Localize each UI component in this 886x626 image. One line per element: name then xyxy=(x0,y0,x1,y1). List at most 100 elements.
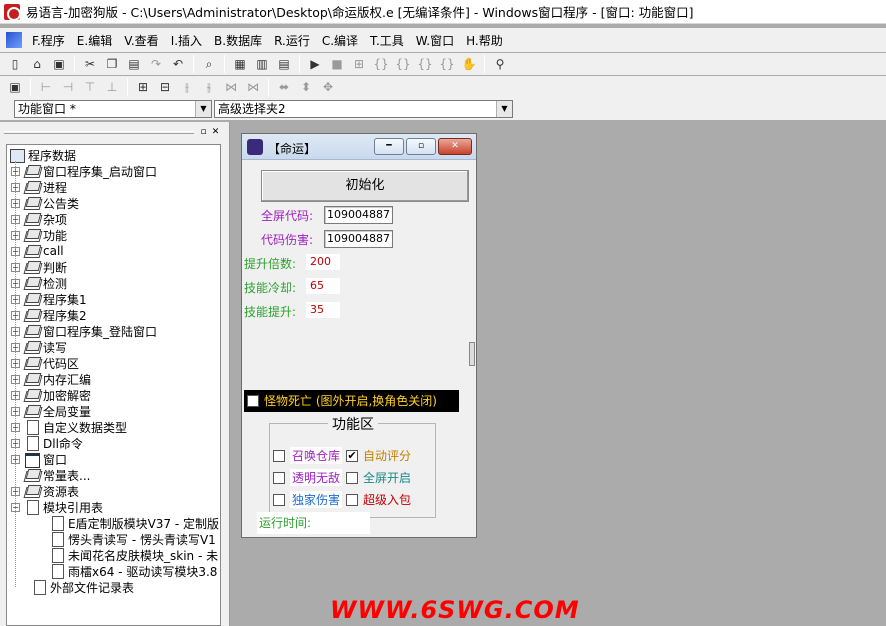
tree-item[interactable]: + 程序集1 xyxy=(11,291,87,307)
run-icon[interactable]: ▶ xyxy=(306,55,324,73)
binoculars-icon[interactable]: ⚲ xyxy=(491,55,509,73)
new-file-icon[interactable]: ▯ xyxy=(6,55,24,73)
paste-icon[interactable]: ▤ xyxy=(125,55,143,73)
center-both-icon[interactable]: ✥ xyxy=(319,78,337,96)
option-auto-score[interactable]: ✔ 自动评分 xyxy=(346,447,411,464)
tree-item[interactable]: + 窗口 xyxy=(11,451,67,468)
close-button[interactable]: ✕ xyxy=(438,138,472,155)
skill-boost-input[interactable]: 35 xyxy=(306,302,340,318)
maximize-button[interactable]: ▫ xyxy=(406,138,436,155)
panel-restore-icon[interactable]: ▫ xyxy=(198,127,209,138)
debug1-icon[interactable]: ⊞ xyxy=(350,55,368,73)
debug2-icon[interactable]: {} xyxy=(372,55,390,73)
tree-item[interactable]: + 内存汇编 xyxy=(11,371,91,387)
space-h-icon[interactable]: ⫲ xyxy=(178,78,196,96)
tree-item[interactable]: + 判断 xyxy=(11,259,67,275)
option-transparent-invincible[interactable]: 透明无敌 xyxy=(273,469,343,486)
menu-window[interactable]: W.窗口 xyxy=(410,32,460,49)
checkbox[interactable] xyxy=(346,493,358,506)
tree-item[interactable]: + Dll命令 xyxy=(11,435,83,451)
undo-icon[interactable]: ↶ xyxy=(169,55,187,73)
menu-run[interactable]: R.运行 xyxy=(268,32,316,49)
designer-form[interactable]: 【命运】 ━ ▫ ✕ 初始化 全屏代码: 109004887 代码伤害: 109… xyxy=(241,133,477,538)
chevron-down-icon[interactable]: ▼ xyxy=(195,101,211,117)
tree-item[interactable]: + 功能 xyxy=(11,227,67,243)
space-even-icon[interactable]: ⋈ xyxy=(222,78,240,96)
project-tree[interactable]: 程序数据 + 窗口程序集_启动窗口 + 进程 + 公告类 + 杂项 + 功能 + call + 判断 + 检测… xyxy=(6,144,221,626)
module-item[interactable]: 雨檑x64 - 驱动读写模块3.8 xyxy=(49,563,217,579)
tree-root[interactable]: 程序数据 xyxy=(9,147,76,163)
minimize-button[interactable]: ━ xyxy=(374,138,404,155)
align-left-icon[interactable]: ⊢ xyxy=(37,78,55,96)
tree-item[interactable]: + 资源表 xyxy=(11,483,79,499)
align-right-icon[interactable]: ⊤ xyxy=(81,78,99,96)
menu-program[interactable]: F.程序 xyxy=(26,32,71,49)
checkbox[interactable] xyxy=(273,493,285,506)
menu-database[interactable]: B.数据库 xyxy=(208,32,268,49)
menu-insert[interactable]: I.插入 xyxy=(165,32,208,49)
close-icon[interactable]: ✕ xyxy=(210,127,221,138)
open-folder-icon[interactable]: ⌂ xyxy=(28,55,46,73)
resize-handle[interactable] xyxy=(469,342,475,366)
center-v-icon[interactable]: ⬍ xyxy=(297,78,315,96)
layout3-icon[interactable]: ▤ xyxy=(275,55,293,73)
fullscreen-code-input[interactable]: 109004887 xyxy=(324,206,393,224)
checkbox[interactable] xyxy=(346,471,358,484)
init-button[interactable]: 初始化 xyxy=(261,170,469,202)
menu-view[interactable]: V.查看 xyxy=(118,32,164,49)
monster-death-toggle[interactable]: 怪物死亡 (图外开启,换角色关闭) xyxy=(244,390,459,412)
tree-item[interactable]: + 代码区 xyxy=(11,355,79,371)
hand-icon[interactable]: ✋ xyxy=(460,55,478,73)
tree-item[interactable]: + 窗口程序集_启动窗口 xyxy=(11,163,157,179)
find-icon[interactable]: ⌕ xyxy=(200,55,218,73)
copy-icon[interactable]: ❐ xyxy=(103,55,121,73)
option-fullscreen-on[interactable]: 全屏开启 xyxy=(346,469,411,486)
layout1-icon[interactable]: ▦ xyxy=(231,55,249,73)
tree-item[interactable]: + 检测 xyxy=(11,275,67,291)
same-height-icon[interactable]: ⊟ xyxy=(156,78,174,96)
module-item[interactable]: 未闻花名皮肤模块_skin - 未 xyxy=(49,547,218,563)
monster-death-checkbox[interactable] xyxy=(247,395,259,407)
checkbox-checked[interactable]: ✔ xyxy=(346,449,358,462)
debug4-icon[interactable]: {} xyxy=(416,55,434,73)
multiplier-input[interactable]: 200 xyxy=(306,254,340,270)
debug5-icon[interactable]: {} xyxy=(438,55,456,73)
tree-item[interactable]: + 窗口程序集_登陆窗口 xyxy=(11,323,157,339)
cut-icon[interactable]: ✂ xyxy=(81,55,99,73)
space-v-icon[interactable]: ⫳ xyxy=(200,78,218,96)
tree-item[interactable]: + 杂项 xyxy=(11,211,67,227)
center-h-icon[interactable]: ⬌ xyxy=(275,78,293,96)
stop-icon[interactable]: ■ xyxy=(328,55,346,73)
space-even2-icon[interactable]: ⋈ xyxy=(244,78,262,96)
redo-icon[interactable]: ↷ xyxy=(147,55,165,73)
debug3-icon[interactable]: {} xyxy=(394,55,412,73)
panel-grip[interactable] xyxy=(4,131,194,134)
tree-item[interactable]: + 全局变量 xyxy=(11,403,91,419)
checkbox[interactable] xyxy=(273,471,285,484)
tree-item-external-files[interactable]: 外部文件记录表 xyxy=(31,579,134,595)
menu-tools[interactable]: T.工具 xyxy=(364,32,410,49)
option-summon-storage[interactable]: 召唤仓库 xyxy=(273,447,343,464)
option-exclusive-damage[interactable]: 独家伤害 xyxy=(273,491,343,508)
tree-item[interactable]: 常量表... xyxy=(11,467,90,483)
menu-help[interactable]: H.帮助 xyxy=(460,32,509,49)
tree-item[interactable]: + 加密解密 xyxy=(11,387,91,403)
option-super-pickup[interactable]: 超级入包 xyxy=(346,491,411,508)
tree-item[interactable]: + 自定义数据类型 xyxy=(11,419,127,435)
module-item[interactable]: E盾定制版模块V37 - 定制版 xyxy=(49,515,219,531)
window-select[interactable]: 功能窗口 * ▼ xyxy=(14,100,212,118)
chevron-down-icon[interactable]: ▼ xyxy=(496,101,512,117)
damage-code-input[interactable]: 109004887 xyxy=(324,230,393,248)
tree-item[interactable]: + call xyxy=(11,243,64,259)
form-icon[interactable]: ▣ xyxy=(6,78,24,96)
align-center-icon[interactable]: ⊣ xyxy=(59,78,77,96)
menu-compile[interactable]: C.编译 xyxy=(316,32,364,49)
splitter[interactable] xyxy=(224,122,230,626)
checkbox[interactable] xyxy=(273,449,285,462)
same-width-icon[interactable]: ⊞ xyxy=(134,78,152,96)
tree-item[interactable]: + 读写 xyxy=(11,339,67,355)
tree-item[interactable]: + 进程 xyxy=(11,179,67,195)
component-select[interactable]: 高级选择夹2 ▼ xyxy=(214,100,513,118)
tree-item[interactable]: − 模块引用表 xyxy=(11,499,103,515)
cooldown-input[interactable]: 65 xyxy=(306,278,340,294)
